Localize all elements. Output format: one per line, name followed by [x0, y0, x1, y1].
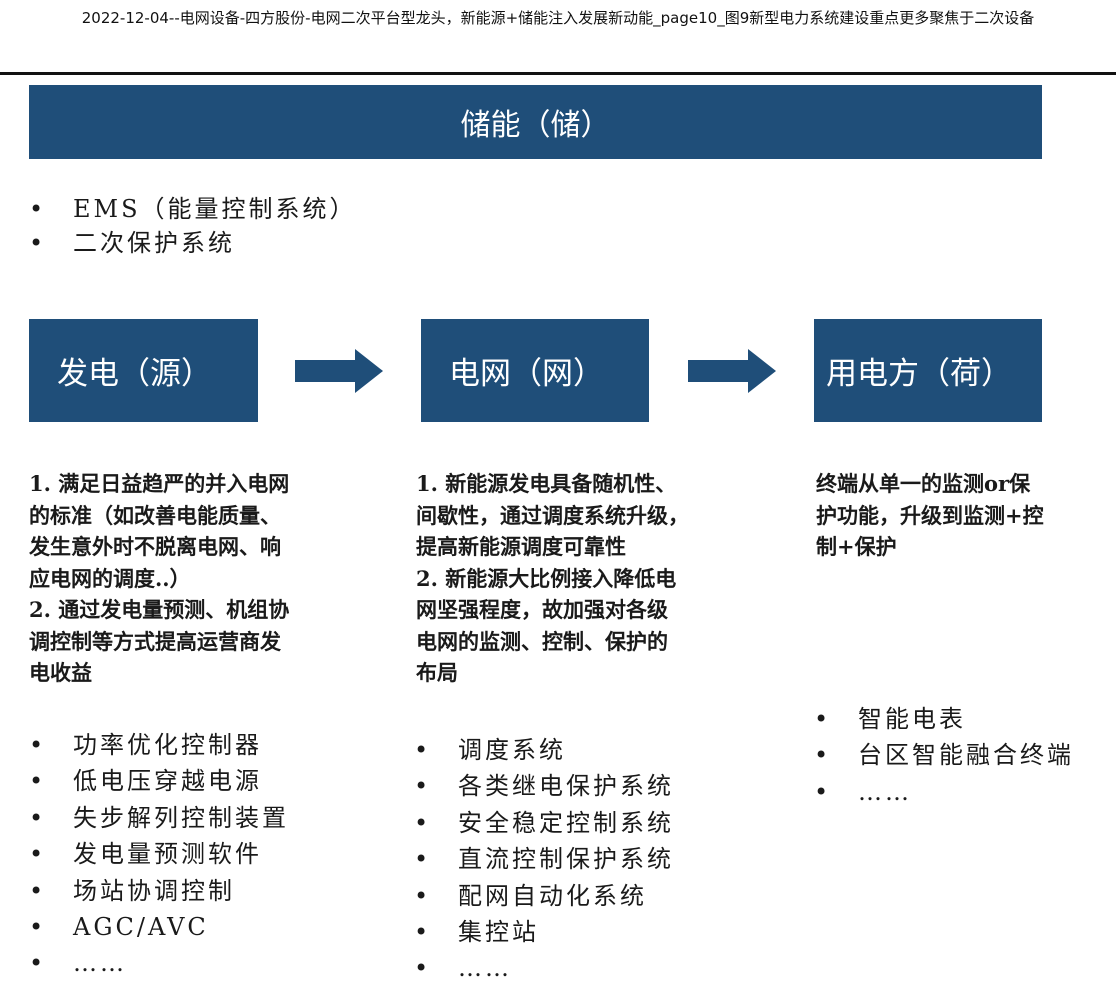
list-item: 台区智能融合终端: [814, 737, 1074, 774]
stage-box-load: 用电方（荷）: [814, 319, 1042, 422]
list-item: 功率优化控制器: [29, 727, 289, 764]
source-equipment-list: 功率优化控制器 低电压穿越电源 失步解列控制装置 发电量预测软件 场站协调控制 …: [29, 727, 289, 982]
list-item: ……: [29, 945, 289, 982]
title-divider: [0, 72, 1116, 75]
list-item: ……: [814, 774, 1074, 811]
list-item: 智能电表: [814, 701, 1074, 738]
storage-item: EMS（能量控制系统）: [29, 192, 357, 226]
load-equipment-list: 智能电表 台区智能融合终端 ……: [814, 701, 1074, 811]
source-description: 1. 满足日益趋严的并入电网 的标准（如改善电能质量、 发生意外时不脱离电网、响…: [29, 471, 290, 685]
list-item: 配网自动化系统: [414, 878, 674, 915]
page-title: 2022-12-04--电网设备-四方股份-电网二次平台型龙头，新能源+储能注入…: [81, 9, 1035, 27]
list-item: 低电压穿越电源: [29, 763, 289, 800]
stage-box-grid: 电网（网）: [421, 319, 649, 422]
list-item: AGC/AVC: [29, 909, 289, 946]
stage-title-load: 用电方（荷）: [826, 356, 1012, 392]
load-description: 终端从单一的监测or保 护功能，升级到监测+控 制+保护: [816, 471, 1044, 559]
storage-list: EMS（能量控制系统） 二次保护系统: [29, 192, 357, 260]
list-item: 集控站: [414, 914, 674, 951]
storage-header-label: 储能（储）: [460, 108, 611, 143]
stage-title-grid: 电网（网）: [449, 356, 604, 392]
storage-item: 二次保护系统: [29, 226, 357, 260]
right-arrow-icon: [295, 349, 383, 393]
list-item: 场站协调控制: [29, 873, 289, 910]
list-item: 调度系统: [414, 732, 674, 769]
list-item: 安全稳定控制系统: [414, 805, 674, 842]
grid-description: 1. 新能源发电具备随机性、 间歇性，通过调度系统升级， 提高新能源调度可靠性 …: [416, 471, 689, 685]
list-item: 发电量预测软件: [29, 836, 289, 873]
storage-header: 储能（储）: [29, 85, 1042, 159]
grid-equipment-list: 调度系统 各类继电保护系统 安全稳定控制系统 直流控制保护系统 配网自动化系统 …: [414, 732, 674, 987]
stage-title-source: 发电（源）: [57, 356, 212, 392]
list-item: 直流控制保护系统: [414, 841, 674, 878]
list-item: ……: [414, 950, 674, 987]
right-arrow-icon: [688, 349, 776, 393]
list-item: 各类继电保护系统: [414, 768, 674, 805]
list-item: 失步解列控制装置: [29, 800, 289, 837]
stage-box-source: 发电（源）: [29, 319, 258, 422]
